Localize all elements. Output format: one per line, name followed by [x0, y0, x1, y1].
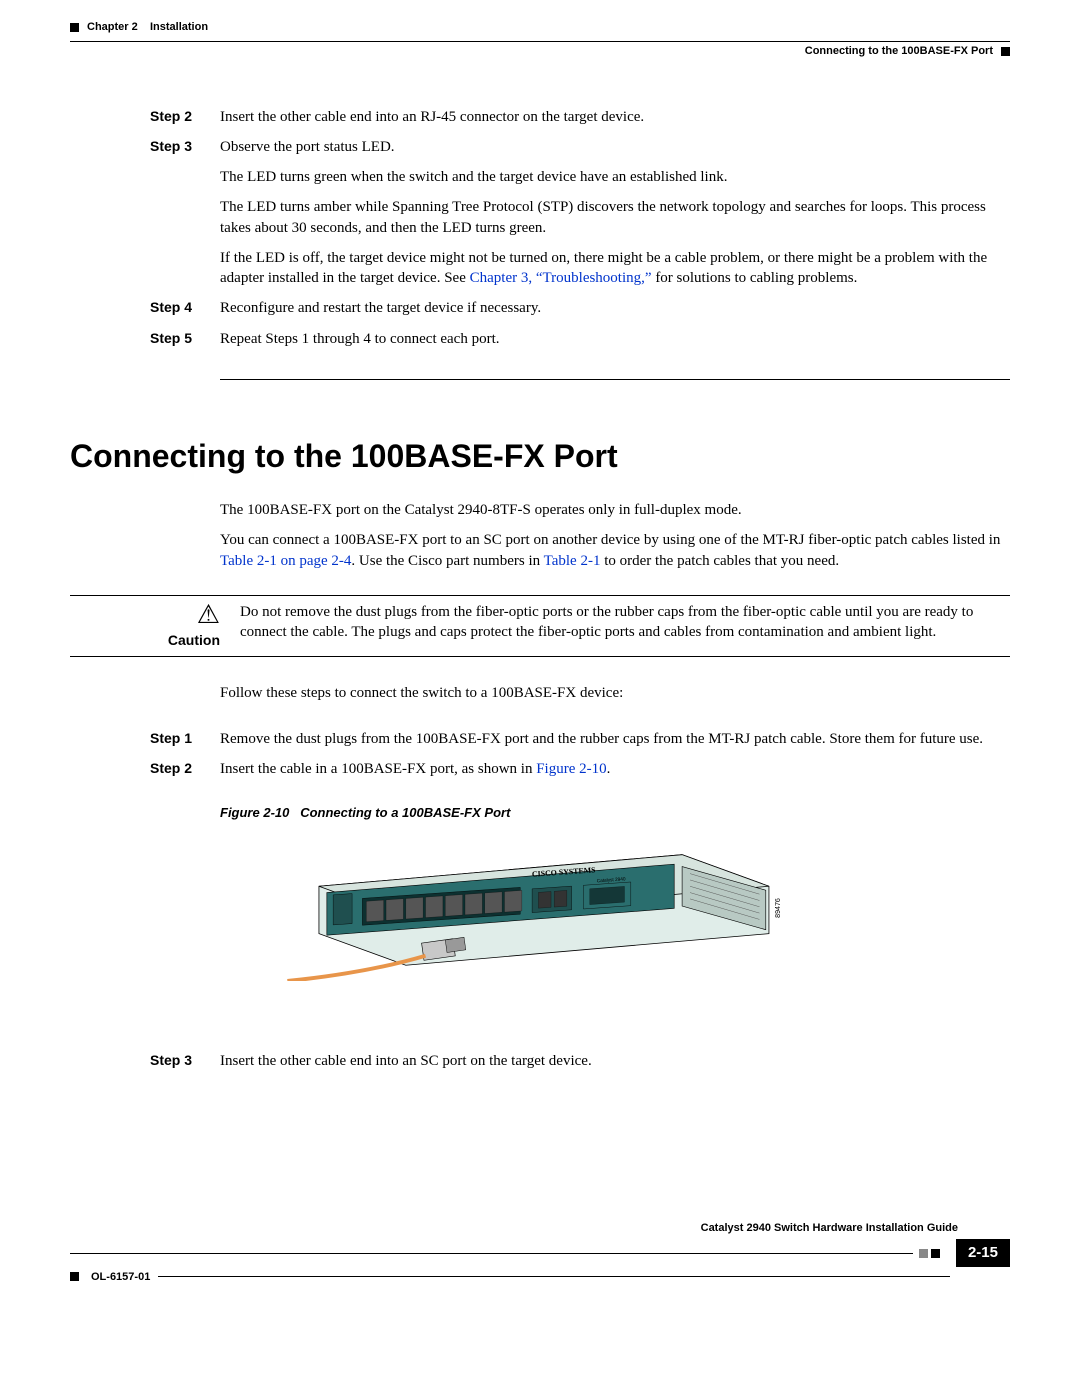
warning-icon: ⚠ [197, 602, 220, 628]
figure-link[interactable]: Figure 2-10 [536, 761, 606, 777]
step-row: Step 3 Insert the other cable end into a… [220, 1051, 1010, 1071]
chapter-label: Chapter 2 [87, 21, 138, 33]
step-row: Step 1 Remove the dust plugs from the 10… [220, 729, 1010, 749]
step-text: If the LED is off, the target device mig… [220, 248, 1010, 289]
step-label: Step 5 [150, 329, 220, 349]
section-heading: Connecting to the 100BASE-FX Port [70, 435, 1010, 478]
step-label: Step 2 [150, 107, 220, 127]
footer-marker-icon [919, 1249, 928, 1258]
caution-rule [70, 595, 1010, 596]
caution-block: ⚠ Caution Do not remove the dust plugs f… [220, 602, 1010, 650]
table-link[interactable]: Table 2-1 [544, 553, 601, 569]
running-header-left: Chapter 2 Installation [70, 20, 208, 35]
caution-rule [70, 656, 1010, 657]
step-text: The LED turns amber while Spanning Tree … [220, 197, 1010, 238]
step-text: Insert the cable in a 100BASE-FX port, a… [220, 759, 610, 779]
caution-text: Do not remove the dust plugs from the fi… [240, 602, 1010, 650]
step-text: Reconfigure and restart the target devic… [220, 298, 541, 318]
footer-marker-icon [931, 1249, 940, 1258]
switch-svg: CISCO SYSTEMS Catalyst 2940 89476 [220, 831, 860, 981]
intro-paragraph: The 100BASE-FX port on the Catalyst 2940… [220, 500, 1010, 520]
follow-steps-text: Follow these steps to connect the switch… [220, 683, 1010, 703]
header-marker-icon [70, 23, 79, 32]
page-number: 2-15 [956, 1239, 1010, 1267]
step-text: Insert the other cable end into an SC po… [220, 1051, 592, 1071]
intro-paragraph: You can connect a 100BASE-FX port to an … [220, 530, 1010, 571]
step-text: Remove the dust plugs from the 100BASE-F… [220, 729, 983, 749]
step-text: Observe the port status LED. [220, 137, 1010, 157]
step-row: Step 5 Repeat Steps 1 through 4 to conne… [220, 329, 1010, 349]
step-text: Insert the other cable end into an RJ-45… [220, 107, 644, 127]
step-text: The LED turns green when the switch and … [220, 167, 1010, 187]
step-row: Step 3 Observe the port status LED. The … [220, 137, 1010, 289]
caution-label: Caution [168, 631, 220, 650]
troubleshooting-link[interactable]: Chapter 3, “Troubleshooting,” [470, 270, 652, 286]
running-header-right: Connecting to the 100BASE-FX Port [805, 44, 1010, 59]
step-label: Step 4 [150, 298, 220, 318]
step-row: Step 4 Reconfigure and restart the targe… [220, 298, 1010, 318]
step-label: Step 3 [150, 137, 220, 289]
footer-doc-title: Catalyst 2940 Switch Hardware Installati… [70, 1221, 958, 1236]
table-link[interactable]: Table 2-1 on page 2-4 [220, 553, 351, 569]
header-marker-icon [1001, 47, 1010, 56]
step-row: Step 2 Insert the cable in a 100BASE-FX … [220, 759, 1010, 779]
step-label: Step 3 [150, 1051, 220, 1071]
svg-text:89476: 89476 [774, 898, 782, 918]
step-label: Step 2 [150, 759, 220, 779]
section-end-rule [220, 379, 1010, 380]
section-breadcrumb: Connecting to the 100BASE-FX Port [805, 44, 993, 59]
step-row: Step 2 Insert the other cable end into a… [220, 107, 1010, 127]
page-footer: Catalyst 2940 Switch Hardware Installati… [70, 1221, 1010, 1285]
step-text: Repeat Steps 1 through 4 to connect each… [220, 329, 500, 349]
step-label: Step 1 [150, 729, 220, 749]
figure-caption: Figure 2-10 Connecting to a 100BASE-FX P… [220, 804, 1010, 822]
footer-marker-icon [70, 1272, 79, 1281]
switch-illustration: CISCO SYSTEMS Catalyst 2940 89476 [220, 831, 1010, 1021]
footer-doc-number: OL-6157-01 [91, 1270, 150, 1285]
header-rule [70, 41, 1010, 42]
chapter-title: Installation [150, 21, 208, 33]
